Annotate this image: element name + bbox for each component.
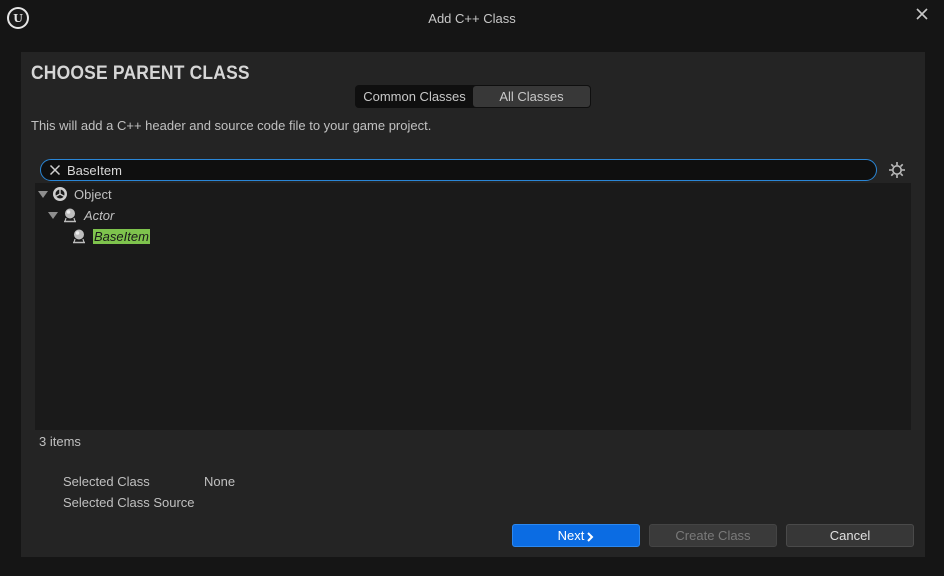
create-class-button[interactable]: Create Class: [649, 524, 777, 547]
selected-class-label: Selected Class: [63, 474, 150, 489]
selected-class-value: None: [204, 474, 236, 489]
description-text: This will add a C++ header and source co…: [31, 118, 432, 133]
next-button[interactable]: Next: [512, 524, 640, 547]
expand-arrow-icon[interactable]: [38, 190, 48, 198]
search-input[interactable]: [67, 160, 847, 180]
window-title: Add C++ Class: [428, 11, 516, 26]
tab-all-classes[interactable]: All Classes: [473, 86, 590, 107]
class-filter-tabs: Common Classes All Classes: [355, 85, 591, 108]
next-button-label: Next: [557, 528, 585, 543]
clear-search-icon[interactable]: [49, 164, 61, 176]
selected-class-source-label: Selected Class Source: [63, 495, 195, 510]
add-cpp-class-dialog: U Add C++ Class CHOOSE PARENT CLASS Comm…: [0, 0, 944, 576]
object-class-icon: [53, 187, 67, 201]
page-title: CHOOSE PARENT CLASS: [31, 63, 250, 84]
tab-common-classes[interactable]: Common Classes: [356, 86, 473, 107]
class-tree: Object Actor BaseItem: [35, 183, 911, 430]
actor-class-icon: [64, 208, 76, 223]
tree-item-label: Actor: [84, 207, 115, 223]
search-box: [40, 159, 877, 181]
tree-item-label: Object: [74, 186, 112, 202]
tree-item-baseitem[interactable]: BaseItem: [71, 226, 150, 246]
content-panel: CHOOSE PARENT CLASS Common Classes All C…: [21, 52, 925, 557]
expand-arrow-icon[interactable]: [48, 211, 58, 219]
cancel-button[interactable]: Cancel: [786, 524, 914, 547]
tree-item-actor[interactable]: Actor: [48, 205, 114, 225]
close-icon[interactable]: [914, 6, 930, 22]
tree-item-object[interactable]: Object: [38, 184, 112, 204]
actor-class-icon: [73, 229, 85, 244]
gear-icon[interactable]: [887, 160, 907, 180]
search-match-label: BaseItem: [93, 228, 150, 244]
title-bar: U Add C++ Class: [0, 0, 944, 36]
items-count: 3 items: [39, 434, 81, 449]
chevron-right-icon: [587, 531, 594, 542]
